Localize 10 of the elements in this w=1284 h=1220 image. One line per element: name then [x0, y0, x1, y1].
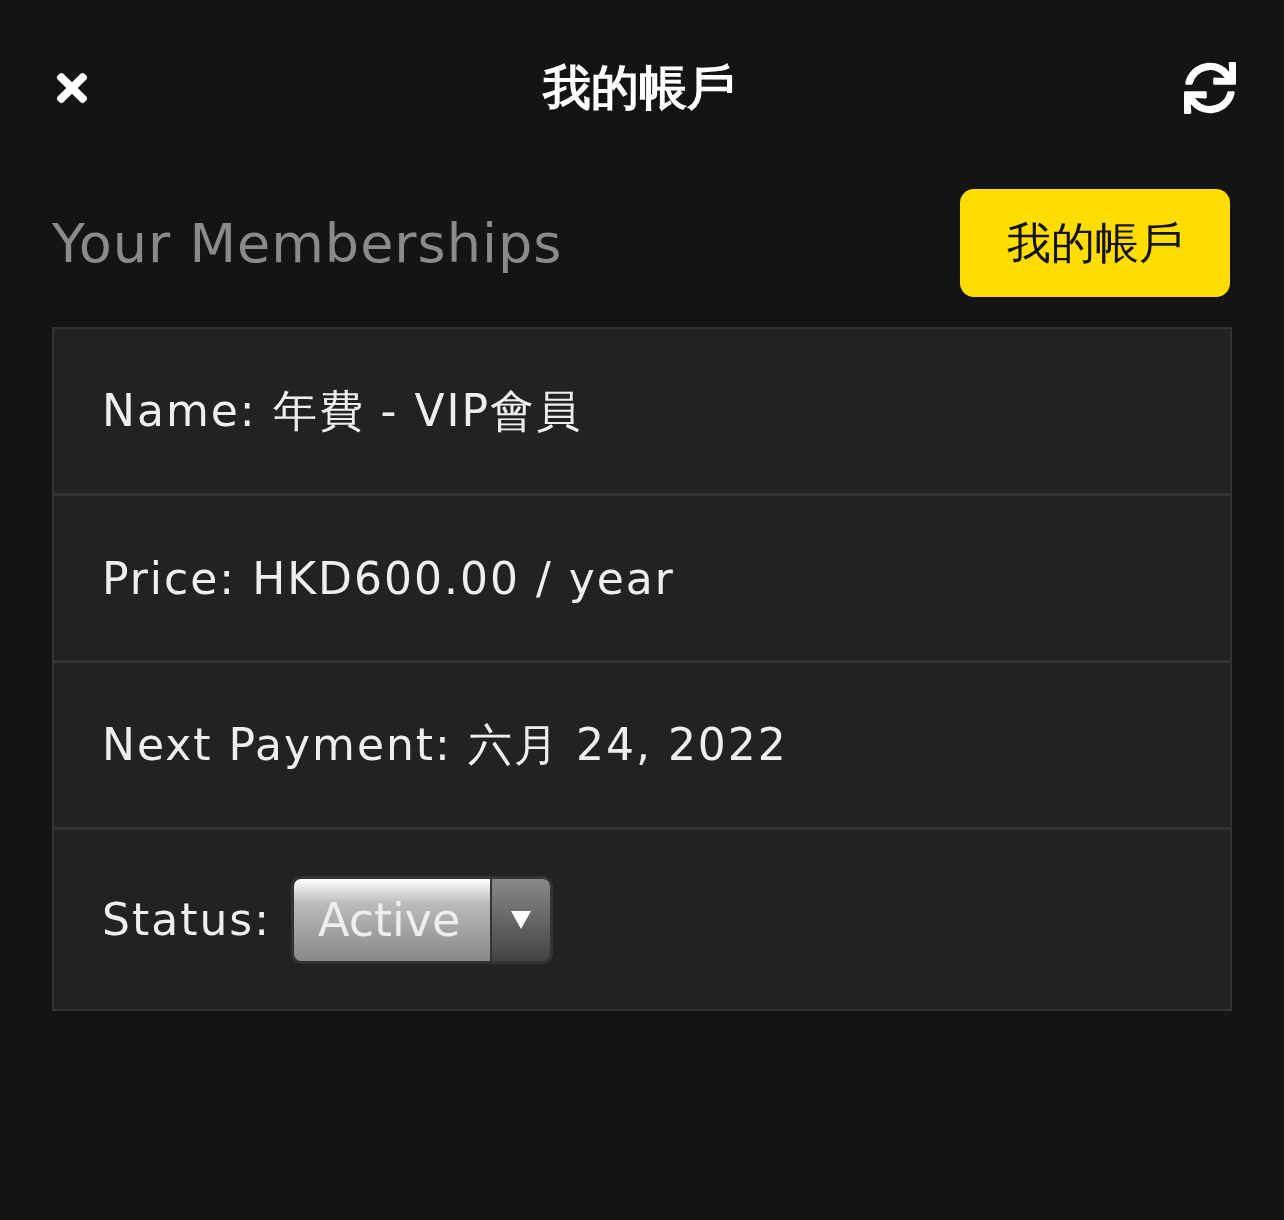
section-heading: Your Memberships — [52, 211, 563, 275]
caret-icon — [511, 910, 532, 929]
status-label: Status: — [102, 894, 272, 945]
page-title: 我的帳戶 — [543, 58, 735, 117]
refresh-icon — [1184, 62, 1236, 114]
account-button[interactable]: 我的帳戶 — [960, 189, 1230, 297]
membership-detail: Name: 年費 - VIP會員 — [102, 383, 583, 438]
membership-detail: Price: HKD600.00 / year — [102, 552, 675, 604]
refresh-button[interactable] — [1184, 62, 1236, 114]
membership-detail: Next Payment: 六月 24, 2022 — [102, 717, 788, 772]
